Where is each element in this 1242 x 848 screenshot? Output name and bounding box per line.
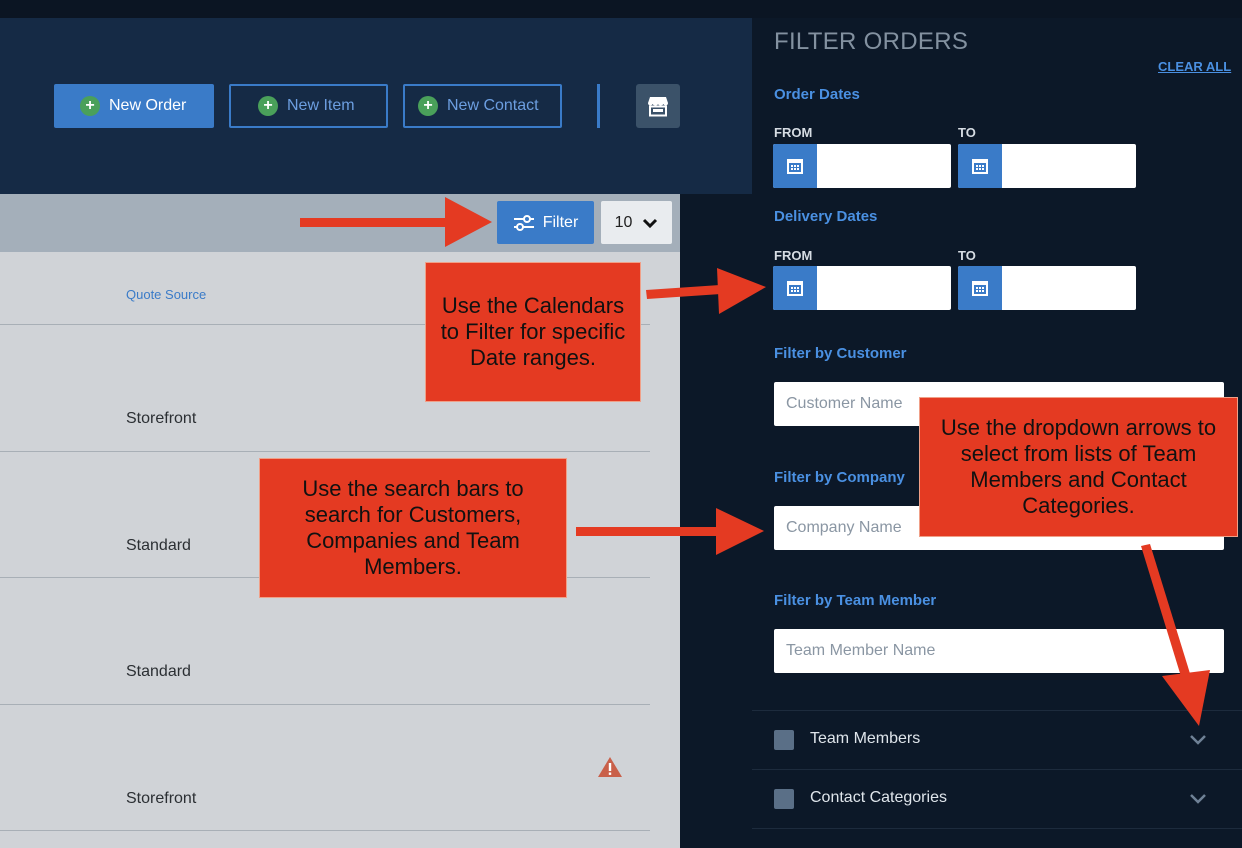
accordion-divider <box>752 828 1242 829</box>
team-members-checkbox[interactable] <box>774 730 794 750</box>
calendar-icon <box>787 159 803 174</box>
filter-button[interactable]: Filter <box>497 201 594 244</box>
new-order-label: New Order <box>109 97 187 114</box>
calendar-icon <box>972 159 988 174</box>
order-to-label: TO <box>958 125 976 140</box>
team-members-label: Team Members <box>810 730 921 747</box>
plus-icon: + <box>418 96 438 116</box>
storefront-icon <box>648 97 668 117</box>
calendar-button[interactable] <box>773 144 817 188</box>
new-order-button[interactable]: + New Order <box>54 84 214 128</box>
storefront-button[interactable] <box>636 84 680 128</box>
filter-company-label: Filter by Company <box>774 469 905 486</box>
order-from-label: FROM <box>774 125 813 140</box>
table-cell-quote-source: Storefront <box>126 410 197 427</box>
chevron-down-icon <box>643 218 658 228</box>
row-divider <box>0 451 650 452</box>
table-cell-quote-source: Standard <box>126 663 191 680</box>
search-callout: Use the search bars to search for Custom… <box>259 458 567 598</box>
per-page-value: 10 <box>614 213 633 231</box>
header-divider <box>597 84 600 128</box>
per-page-select[interactable]: 10 <box>601 201 672 244</box>
contact-categories-label: Contact Categories <box>810 789 947 806</box>
filter-team-member-label: Filter by Team Member <box>774 592 937 609</box>
filter-customer-label: Filter by Customer <box>774 345 907 362</box>
table-cell-quote-source: Storefront <box>126 790 197 807</box>
delivery-from-label: FROM <box>774 248 813 263</box>
clear-all-link[interactable]: CLEAR ALL <box>1158 59 1231 74</box>
chevron-down-icon[interactable] <box>1188 733 1208 747</box>
sliders-icon <box>513 214 534 231</box>
top-strip <box>0 0 1242 18</box>
new-contact-label: New Contact <box>447 97 539 114</box>
calendar-button[interactable] <box>773 266 817 310</box>
calendar-icon <box>787 281 803 296</box>
calendar-button[interactable] <box>958 266 1002 310</box>
chevron-down-icon[interactable] <box>1188 792 1208 806</box>
warning-triangle-icon <box>598 757 622 777</box>
delivery-from-date-field[interactable] <box>773 266 951 310</box>
delivery-to-date-field[interactable] <box>958 266 1136 310</box>
order-from-date-field[interactable] <box>773 144 951 188</box>
contact-categories-accordion[interactable]: Contact Categories <box>752 770 1242 828</box>
table-cell-quote-source: Standard <box>126 537 191 554</box>
column-header-quote-source[interactable]: Quote Source <box>126 287 206 302</box>
delivery-dates-label: Delivery Dates <box>774 208 878 225</box>
calendar-icon <box>972 281 988 296</box>
order-to-date-field[interactable] <box>958 144 1136 188</box>
contact-categories-checkbox[interactable] <box>774 789 794 809</box>
plus-icon: + <box>80 96 100 116</box>
plus-icon: + <box>258 96 278 116</box>
dropdown-callout: Use the dropdown arrows to select from l… <box>919 397 1238 537</box>
team-member-name-input[interactable] <box>774 629 1224 673</box>
filter-label: Filter <box>542 213 579 231</box>
filter-panel-title: FILTER ORDERS <box>774 28 969 55</box>
row-divider <box>0 704 650 705</box>
order-dates-label: Order Dates <box>774 86 860 103</box>
calendar-button[interactable] <box>958 144 1002 188</box>
new-item-button[interactable]: + New Item <box>229 84 388 128</box>
new-item-label: New Item <box>287 97 355 114</box>
panel-gap <box>680 194 752 848</box>
team-members-accordion[interactable]: Team Members <box>752 711 1242 769</box>
delivery-to-label: TO <box>958 248 976 263</box>
calendars-callout: Use the Calendars to Filter for specific… <box>425 262 641 402</box>
row-divider <box>0 830 650 831</box>
new-contact-button[interactable]: + New Contact <box>403 84 562 128</box>
